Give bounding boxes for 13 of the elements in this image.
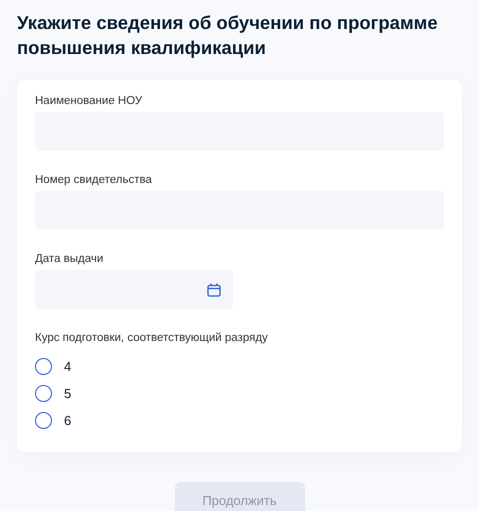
radio-label[interactable]: 4 (64, 359, 72, 374)
page-title: Укажите сведения об обучении по программе повышения квалификации (17, 11, 439, 60)
date-field[interactable] (35, 270, 233, 309)
field-label: Курс подготовки, соответствующий разряду (35, 331, 269, 345)
calendar-icon[interactable] (207, 282, 221, 296)
radio-label[interactable]: 5 (64, 386, 72, 401)
field-label: Наименование НОУ (35, 94, 144, 108)
radio-button[interactable] (35, 412, 52, 429)
radio-label[interactable]: 6 (64, 413, 72, 428)
field-label: Номер свидетельства (35, 173, 153, 187)
radio-button[interactable] (35, 358, 52, 375)
field-label: Дата выдачи (35, 252, 104, 266)
radio-button[interactable] (35, 385, 52, 402)
